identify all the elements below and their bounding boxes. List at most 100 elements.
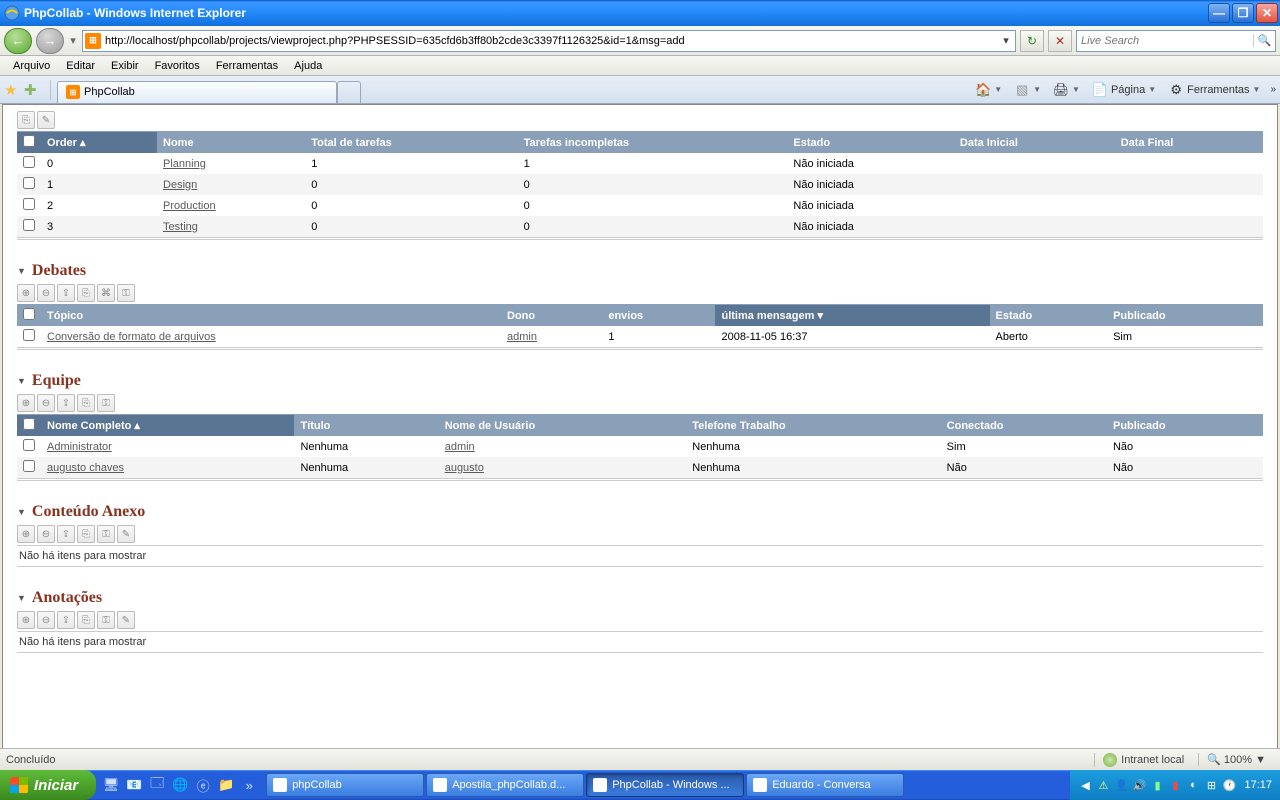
close-button[interactable]: ✕ <box>1256 3 1278 23</box>
col-telefone[interactable]: Telefone Trabalho <box>686 415 940 436</box>
phase-link[interactable]: Planning <box>163 158 206 170</box>
tray-icon[interactable]: ◐ <box>1186 778 1200 792</box>
menu-exibir[interactable]: Exibir <box>104 58 146 74</box>
topic-link[interactable]: Conversão de formato de arquivos <box>47 331 216 343</box>
link-icon[interactable]: ⌘ <box>97 284 115 302</box>
row-checkbox[interactable] <box>23 460 35 472</box>
delete-icon[interactable]: ⊖ <box>37 284 55 302</box>
menu-arquivo[interactable]: Arquivo <box>6 58 57 74</box>
lock-icon[interactable]: ⚿ <box>97 525 115 543</box>
search-icon[interactable]: 🔍 <box>1253 34 1275 47</box>
row-checkbox[interactable] <box>23 177 35 189</box>
add-favorite-icon[interactable]: ✚ <box>24 81 42 99</box>
collapse-icon[interactable]: ▼ <box>17 593 26 603</box>
zoom-control[interactable]: 🔍 100% ▼ <box>1198 753 1274 766</box>
search-box[interactable]: 🔍 <box>1076 30 1276 52</box>
username-link[interactable]: admin <box>445 441 475 453</box>
col-nome[interactable]: Nome <box>157 132 305 153</box>
more-icon[interactable]: » <box>1270 84 1276 95</box>
export-icon[interactable]: ⇪ <box>57 284 75 302</box>
export-icon[interactable]: ⇪ <box>57 611 75 629</box>
phase-link[interactable]: Design <box>163 179 197 191</box>
col-dono[interactable]: Dono <box>501 305 602 326</box>
menu-editar[interactable]: Editar <box>59 58 102 74</box>
lock-icon[interactable]: ⚿ <box>117 284 135 302</box>
equipe-select-all[interactable] <box>23 418 35 430</box>
member-link[interactable]: Administrator <box>47 441 112 453</box>
tray-icon[interactable]: ▮ <box>1168 778 1182 792</box>
page-button[interactable]: 📄Página▼ <box>1088 80 1160 100</box>
taskbar-task[interactable]: phpCollab <box>266 773 424 797</box>
ql-icon[interactable]: ⓔ <box>192 773 214 797</box>
copy-icon[interactable]: ⎘ <box>77 394 95 412</box>
delete-icon[interactable]: ⊖ <box>37 611 55 629</box>
menu-favoritos[interactable]: Favoritos <box>148 58 207 74</box>
tray-icon[interactable]: 🕐 <box>1222 778 1236 792</box>
row-checkbox[interactable] <box>23 219 35 231</box>
address-bar[interactable]: ⊞ ▾ <box>82 30 1016 52</box>
add-icon[interactable]: ⊕ <box>17 394 35 412</box>
tray-icon[interactable]: 👤 <box>1114 778 1128 792</box>
ql-icon[interactable]: 🗔 <box>146 773 168 797</box>
copy-icon[interactable]: ⎘ <box>77 284 95 302</box>
tray-icon[interactable]: ⚠ <box>1096 778 1110 792</box>
stop-button[interactable]: ✕ <box>1048 30 1072 52</box>
search-input[interactable] <box>1077 35 1253 47</box>
lock-icon[interactable]: ⚿ <box>97 611 115 629</box>
nav-dropdown-icon[interactable]: ▾ <box>68 34 78 47</box>
edit-icon[interactable]: ✎ <box>117 525 135 543</box>
row-checkbox[interactable] <box>23 156 35 168</box>
col-data-inicial[interactable]: Data Inicial <box>954 132 1115 153</box>
collapse-icon[interactable]: ▼ <box>17 266 26 276</box>
back-button[interactable]: ← <box>4 28 32 54</box>
tools-button[interactable]: ⚙Ferramentas▼ <box>1164 80 1264 100</box>
col-publicado[interactable]: Publicado <box>1107 305 1263 326</box>
col-topico[interactable]: Tópico <box>41 305 501 326</box>
collapse-icon[interactable]: ▼ <box>17 507 26 517</box>
new-tab-button[interactable] <box>337 81 361 103</box>
taskbar-task[interactable]: PhpCollab - Windows ... <box>586 773 744 797</box>
lock-icon[interactable]: ⚿ <box>97 394 115 412</box>
debates-select-all[interactable] <box>23 308 35 320</box>
feeds-button[interactable]: ▧▼ <box>1010 80 1045 100</box>
ql-more-icon[interactable]: » <box>238 773 260 797</box>
tray-icon[interactable]: 🔊 <box>1132 778 1146 792</box>
col-estado[interactable]: Estado <box>787 132 954 153</box>
ql-icon[interactable]: 🌐 <box>169 773 191 797</box>
add-icon[interactable]: ⊕ <box>17 611 35 629</box>
copy-icon[interactable]: ⎘ <box>77 525 95 543</box>
ql-icon[interactable]: 🖥 <box>100 773 122 797</box>
maximize-button[interactable]: ❐ <box>1232 3 1254 23</box>
security-zone[interactable]: Intranet local <box>1094 753 1192 767</box>
col-titulo[interactable]: Título <box>294 415 438 436</box>
taskbar-task[interactable]: Apostila_phpCollab.d... <box>426 773 584 797</box>
refresh-button[interactable]: ↻ <box>1020 30 1044 52</box>
minimize-button[interactable]: — <box>1208 3 1230 23</box>
col-conectado[interactable]: Conectado <box>941 415 1107 436</box>
member-link[interactable]: augusto chaves <box>47 462 124 474</box>
delete-icon[interactable]: ⊖ <box>37 394 55 412</box>
copy-icon[interactable]: ⎘ <box>77 611 95 629</box>
col-estado[interactable]: Estado <box>990 305 1108 326</box>
clock[interactable]: 17:17 <box>1244 779 1272 791</box>
col-incompletas[interactable]: Tarefas incompletas <box>518 132 788 153</box>
export-icon[interactable]: ⇪ <box>57 525 75 543</box>
edit-icon[interactable]: ✎ <box>117 611 135 629</box>
tray-icon[interactable]: ▮ <box>1150 778 1164 792</box>
phases-select-all[interactable] <box>23 135 35 147</box>
export-icon[interactable]: ⇪ <box>57 394 75 412</box>
copy-icon[interactable]: ⎘ <box>17 111 35 129</box>
ql-icon[interactable]: 📧 <box>123 773 145 797</box>
col-total[interactable]: Total de tarefas <box>305 132 517 153</box>
col-nome-completo[interactable]: Nome Completo ▴ <box>41 415 294 436</box>
tray-icon[interactable]: ◀ <box>1078 778 1092 792</box>
row-checkbox[interactable] <box>23 329 35 341</box>
favorites-icon[interactable]: ★ <box>4 81 22 99</box>
tab-phpcollab[interactable]: ⊞ PhpCollab <box>57 81 337 103</box>
row-checkbox[interactable] <box>23 198 35 210</box>
menu-ferramentas[interactable]: Ferramentas <box>209 58 285 74</box>
start-button[interactable]: Iniciar <box>0 770 96 800</box>
phase-link[interactable]: Production <box>163 200 216 212</box>
col-envios[interactable]: envios <box>602 305 715 326</box>
home-button[interactable]: 🏠▼ <box>971 80 1006 100</box>
